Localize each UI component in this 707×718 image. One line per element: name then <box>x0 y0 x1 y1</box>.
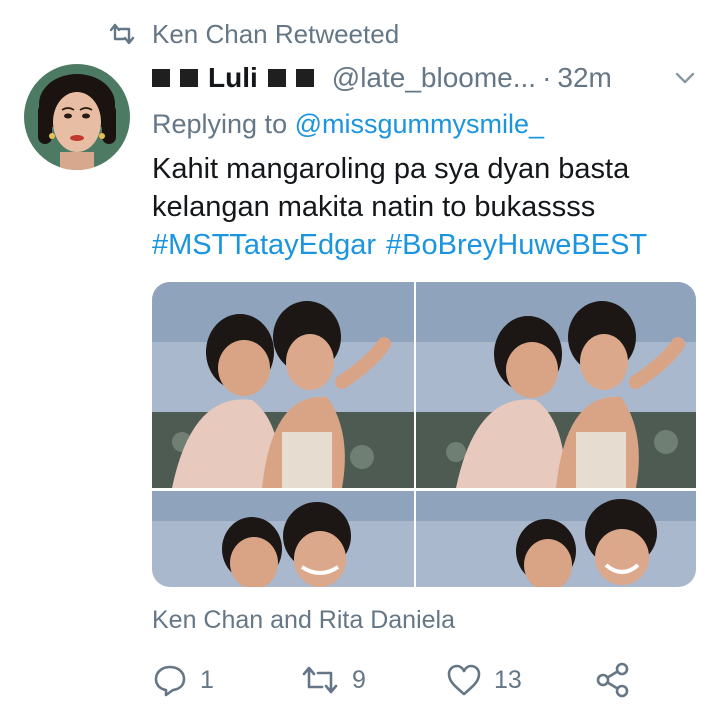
timestamp[interactable]: 32m <box>557 62 611 94</box>
share-button[interactable] <box>596 660 630 700</box>
tweet-text: Kahit mangaroling pa sya dyan basta kela… <box>152 150 672 226</box>
author-name[interactable]: Luli <box>208 62 258 94</box>
photo-grid <box>152 282 696 587</box>
photo-image <box>152 282 414 488</box>
chevron-down-icon[interactable] <box>674 70 696 86</box>
avatar-image <box>24 64 130 170</box>
hashtags: #MSTTatayEdgar #BoBreyHuweBEST <box>152 226 647 264</box>
photo-image <box>152 491 414 587</box>
tweet-text-line: kelangan makita natin to bukassss <box>152 191 596 223</box>
hashtag-link[interactable]: #BoBreyHuweBEST <box>386 229 647 261</box>
heart-icon <box>447 664 481 696</box>
tagged-people[interactable]: Ken Chan and Rita Daniela <box>152 604 455 636</box>
photo[interactable] <box>152 282 414 488</box>
photo-image <box>416 282 696 488</box>
hashtag-link[interactable]: #MSTTatayEdgar <box>152 229 376 261</box>
emoji-square-icon <box>180 69 198 87</box>
tweet-text-line: Kahit mangaroling pa sya dyan basta <box>152 153 630 185</box>
avatar[interactable] <box>24 64 130 170</box>
retweet-icon <box>302 666 338 694</box>
photo[interactable] <box>416 282 696 488</box>
retweet-icon <box>109 23 135 45</box>
like-count: 13 <box>494 665 522 694</box>
emoji-square-icon <box>295 69 314 87</box>
author-handle[interactable]: @late_bloome... <box>332 62 536 94</box>
photo[interactable] <box>152 491 414 587</box>
emoji-square-icon <box>267 69 286 87</box>
reply-count: 1 <box>200 665 214 694</box>
emoji-square-icon <box>152 69 170 87</box>
retweeted-by-label[interactable]: Ken Chan Retweeted <box>152 18 399 50</box>
reply-icon <box>154 665 186 697</box>
replying-to: Replying to @missgummysmile_ <box>152 106 544 142</box>
like-button[interactable]: 13 <box>446 660 522 700</box>
retweet-button[interactable]: 9 <box>300 660 366 700</box>
reply-button[interactable]: 1 <box>152 660 214 700</box>
reply-prefix: Replying to <box>152 109 288 139</box>
photo[interactable] <box>416 491 696 587</box>
tweet-header: Luli @late_bloome... · 32m <box>152 58 612 98</box>
photo-image <box>416 491 696 587</box>
separator: · <box>542 62 552 93</box>
retweet-count: 9 <box>352 665 366 694</box>
reply-to-link[interactable]: @missgummysmile_ <box>295 109 544 139</box>
share-icon <box>596 662 629 698</box>
